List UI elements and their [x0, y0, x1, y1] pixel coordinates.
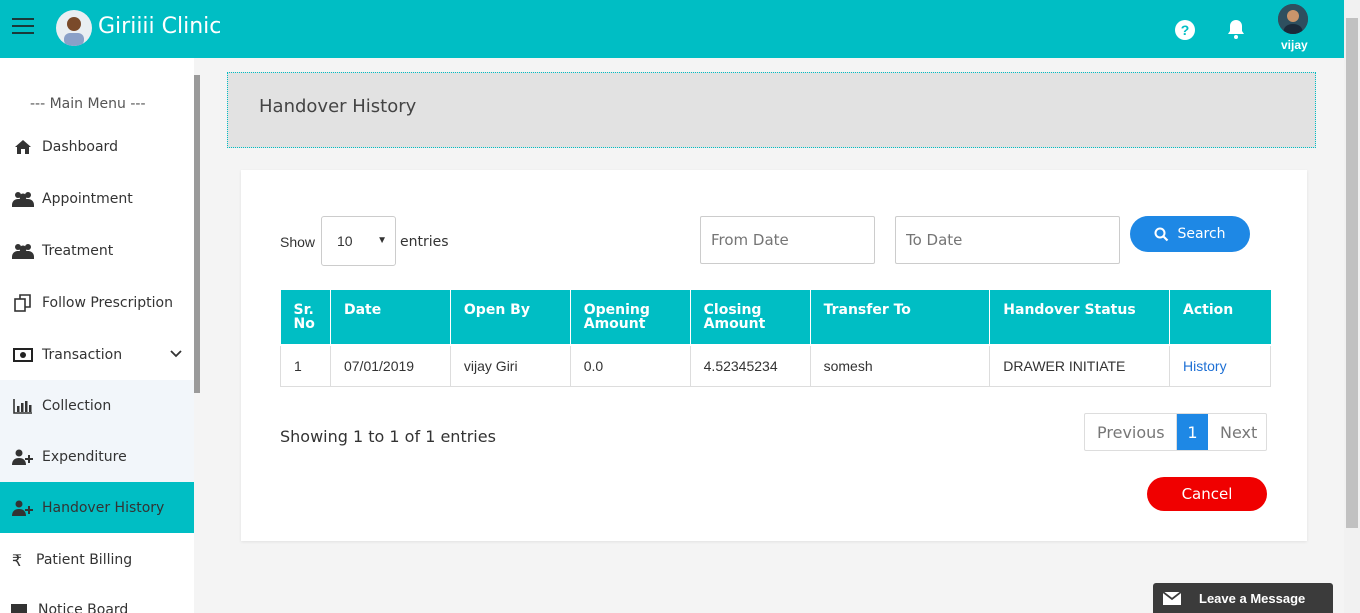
table-info-text: Showing 1 to 1 of 1 entries	[280, 427, 496, 446]
user-plus-icon	[12, 448, 34, 466]
column-header-handover-status[interactable]: Handover Status	[989, 290, 1171, 346]
sidebar-item-label: Treatment	[42, 243, 114, 259]
sidebar-item-collection[interactable]: Collection	[0, 380, 194, 431]
pagination: Previous 1 Next	[1084, 413, 1267, 451]
column-header-closing-amount[interactable]: Closing Amount	[690, 290, 811, 346]
to-date-input[interactable]	[895, 216, 1120, 264]
cancel-button[interactable]: Cancel	[1147, 477, 1267, 511]
sidebar-item-label: Expenditure	[42, 448, 127, 465]
sidebar-item-label: Notice Board	[38, 602, 129, 613]
show-label: Show	[280, 234, 316, 250]
entries-label: entries	[400, 234, 449, 250]
sidebar-item-follow-prescription[interactable]: Follow Prescription	[0, 292, 194, 314]
hamburger-menu-icon[interactable]	[12, 18, 34, 36]
user-name[interactable]: vijay	[1281, 38, 1308, 52]
sidebar-item-transaction[interactable]: Transaction	[0, 344, 194, 366]
search-button-label: Search	[1177, 226, 1226, 242]
content-card: Show 10 ▼ entries Search Sr.No Date Open…	[241, 170, 1307, 541]
sidebar-item-label: Follow Prescription	[42, 295, 173, 311]
sidebar-item-dashboard[interactable]: Dashboard	[0, 136, 194, 158]
sidebar-item-label: Transaction	[42, 347, 123, 363]
handover-table: Sr. No Date Open By Opening Amount Closing…	[280, 290, 1271, 387]
page-scrollbar[interactable]	[1344, 0, 1360, 613]
entries-per-page-select[interactable]: 10 ▼	[321, 216, 396, 266]
sidebar-item-patient-billing[interactable]: ₹ Patient Billing	[0, 549, 194, 571]
sidebar-item-expenditure[interactable]: Expenditure	[0, 431, 194, 482]
sidebar-item-label: Handover History	[42, 499, 165, 516]
user-plus-icon	[12, 499, 34, 517]
cell-transfer-to: somesh	[809, 344, 991, 387]
chevron-down-icon	[170, 346, 182, 362]
cell-open-by: vijay Giri	[449, 344, 571, 387]
sidebar-item-appointment[interactable]: Appointment	[0, 188, 194, 210]
sidebar-item-label: Appointment	[42, 191, 133, 207]
notification-bell-icon[interactable]	[1225, 18, 1247, 40]
sidebar-item-label: Patient Billing	[36, 552, 133, 568]
user-avatar[interactable]	[1278, 4, 1308, 34]
search-icon	[1154, 227, 1169, 241]
top-navbar: Giriiii Clinic ? vijay	[0, 0, 1344, 58]
page-title: Handover History	[259, 96, 417, 117]
column-header-transfer-to[interactable]: Transfer To	[810, 290, 991, 346]
help-icon[interactable]: ?	[1175, 20, 1195, 40]
bar-chart-icon	[12, 397, 34, 415]
page-1-button[interactable]: 1	[1177, 414, 1208, 450]
notice-icon	[8, 601, 30, 613]
dropdown-caret-icon: ▼	[377, 235, 387, 246]
cell-action: History	[1169, 344, 1271, 387]
leave-message-widget[interactable]: Leave a Message	[1153, 583, 1333, 613]
column-header-date[interactable]: Date	[330, 290, 451, 346]
clinic-logo-avatar	[56, 10, 92, 46]
main-menu-heading: --- Main Menu ---	[30, 96, 146, 112]
table-row: 1 07/01/2019 vijay Giri 0.0 4.52345234 s…	[280, 344, 1271, 387]
home-icon	[12, 138, 34, 156]
cell-opening-amount: 0.0	[569, 344, 691, 387]
column-header-action[interactable]: Action	[1169, 290, 1271, 346]
cell-date: 07/01/2019	[329, 344, 451, 387]
previous-page-button[interactable]: Previous	[1085, 414, 1177, 450]
users-icon	[12, 242, 34, 260]
sidebar-item-label: Collection	[42, 397, 112, 414]
copy-icon	[12, 294, 34, 312]
cell-closing-amount: 4.52345234	[689, 344, 811, 387]
sidebar-scrollbar[interactable]	[194, 75, 200, 393]
search-button[interactable]: Search	[1130, 216, 1250, 252]
sidebar-item-treatment[interactable]: Treatment	[0, 240, 194, 262]
column-header-open-by[interactable]: Open By	[450, 290, 571, 346]
history-link[interactable]: History	[1183, 358, 1227, 374]
entries-select-value: 10	[337, 233, 353, 249]
sidebar: --- Main Menu --- Dashboard Appointment …	[0, 58, 194, 613]
leave-message-label: Leave a Message	[1199, 590, 1306, 606]
app-title: Giriiii Clinic	[98, 14, 222, 39]
sidebar-item-notice-board[interactable]: Notice Board	[0, 599, 194, 613]
sidebar-item-label: Dashboard	[42, 139, 118, 155]
from-date-input[interactable]	[700, 216, 875, 264]
cell-handover-status: DRAWER INITIATE	[989, 344, 1171, 387]
users-icon	[12, 190, 34, 208]
sidebar-item-handover-history[interactable]: Handover History	[0, 482, 194, 533]
cell-sr-no: 1	[280, 344, 331, 387]
mail-icon	[1163, 591, 1181, 605]
column-header-opening-amount[interactable]: Opening Amount	[570, 290, 691, 346]
column-header-sr-no[interactable]: Sr. No	[280, 290, 331, 346]
money-icon	[12, 346, 34, 364]
page-header-panel: Handover History	[227, 72, 1316, 148]
rupee-icon: ₹	[11, 550, 23, 570]
next-page-button[interactable]: Next	[1208, 414, 1266, 450]
table-header-row: Sr. No Date Open By Opening Amount Closing…	[280, 290, 1271, 346]
